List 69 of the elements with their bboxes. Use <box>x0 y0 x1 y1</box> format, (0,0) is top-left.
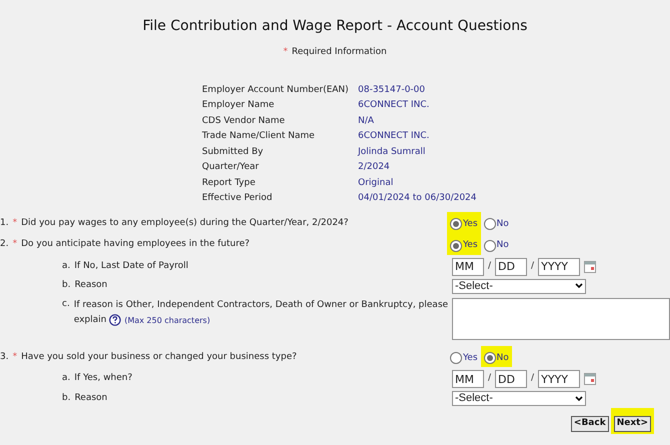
date-separator: / <box>488 260 492 273</box>
question-number: 2. <box>0 238 9 251</box>
radio-option[interactable]: Yes <box>450 218 478 231</box>
chevron-icon <box>575 396 583 402</box>
radio-option[interactable]: No <box>484 239 509 252</box>
calendar-icon[interactable] <box>584 260 596 272</box>
question-text: Did you pay wages to any employee(s) during the Quarter/Year, 2/2024? <box>21 216 348 230</box>
month-field[interactable]: MM <box>452 370 484 388</box>
question-number: 3. <box>0 350 9 364</box>
info-value: 08-35147-0-00 <box>358 84 426 96</box>
day-field[interactable]: DD <box>495 258 528 276</box>
year-field[interactable]: YYYY <box>538 370 580 388</box>
chevron-icon <box>575 283 583 289</box>
required-note: Required Information <box>292 46 387 59</box>
info-value: 2/2024 <box>358 161 391 174</box>
page-title: File Contribution and Wage Report - Account Questions <box>142 17 528 36</box>
item-label: Reason <box>74 279 108 292</box>
info-label: Trade Name/Client Name <box>202 130 316 143</box>
item-letter: a. <box>62 372 70 386</box>
date-separator: / <box>531 372 534 386</box>
info-label: Report Type <box>202 176 256 190</box>
radio-option[interactable]: Yes <box>450 239 478 252</box>
info-value: Original <box>358 176 394 190</box>
info-value: Jolinda Sumrall <box>358 146 426 158</box>
item-label: If reason is Other, Independent Contractors, Death of Owner or Bankruptcy, please <box>74 298 448 312</box>
nav-button[interactable]: Next> <box>614 416 651 432</box>
item-label: If No, Last Date of Payroll <box>74 260 188 273</box>
question-text: Do you anticipate having employees in the future? <box>21 238 250 251</box>
item-letter: c. <box>62 298 70 310</box>
day-field[interactable]: DD <box>495 370 528 388</box>
question-number: 1. <box>0 216 9 230</box>
item-letter: a. <box>62 260 70 273</box>
radio-button[interactable] <box>484 218 496 230</box>
reason-dropdown[interactable]: -Select- <box>452 278 586 294</box>
character-limit-hint: (Max 250 characters) <box>124 314 210 326</box>
radio-option[interactable]: No <box>484 218 509 231</box>
info-label: Quarter/Year <box>202 161 260 174</box>
item-letter: b. <box>62 392 71 405</box>
radio-option[interactable]: Yes <box>450 352 478 365</box>
date-separator: / <box>531 260 534 273</box>
reason-dropdown[interactable]: -Select- <box>452 391 586 406</box>
info-label: Effective Period <box>202 192 274 205</box>
info-value: 6CONNECT INC. <box>358 99 430 112</box>
info-label: Employer Name <box>202 99 276 112</box>
info-label: CDS Vendor Name <box>202 114 286 128</box>
info-label: Submitted By <box>202 146 264 158</box>
help-icon[interactable] <box>109 314 122 326</box>
radio-button[interactable] <box>450 352 462 364</box>
radio-option[interactable]: No <box>484 352 509 365</box>
item-label: If Yes, when? <box>74 372 132 386</box>
calendar-icon[interactable] <box>584 373 596 385</box>
nav-button[interactable]: <Back <box>570 416 609 432</box>
item-letter: b. <box>62 279 71 292</box>
item-label: Reason <box>74 392 108 405</box>
month-field[interactable]: MM <box>452 258 484 276</box>
explanation-field[interactable] <box>452 298 670 340</box>
required-mark: * <box>12 238 18 251</box>
info-value: 6CONNECT INC. <box>358 130 430 143</box>
info-label: Employer Account Number(EAN) <box>202 84 350 96</box>
required-mark: * <box>12 350 18 364</box>
info-value: N/A <box>358 114 375 128</box>
radio-button[interactable] <box>484 240 496 252</box>
item-label: explain <box>74 314 106 326</box>
required-mark: * <box>283 46 288 59</box>
required-mark: * <box>12 216 18 230</box>
date-separator: / <box>488 372 492 386</box>
info-value: 04/01/2024 to 06/30/2024 <box>358 192 478 205</box>
question-text: Have you sold your business or changed your business type? <box>21 350 297 364</box>
year-field[interactable]: YYYY <box>538 258 580 276</box>
